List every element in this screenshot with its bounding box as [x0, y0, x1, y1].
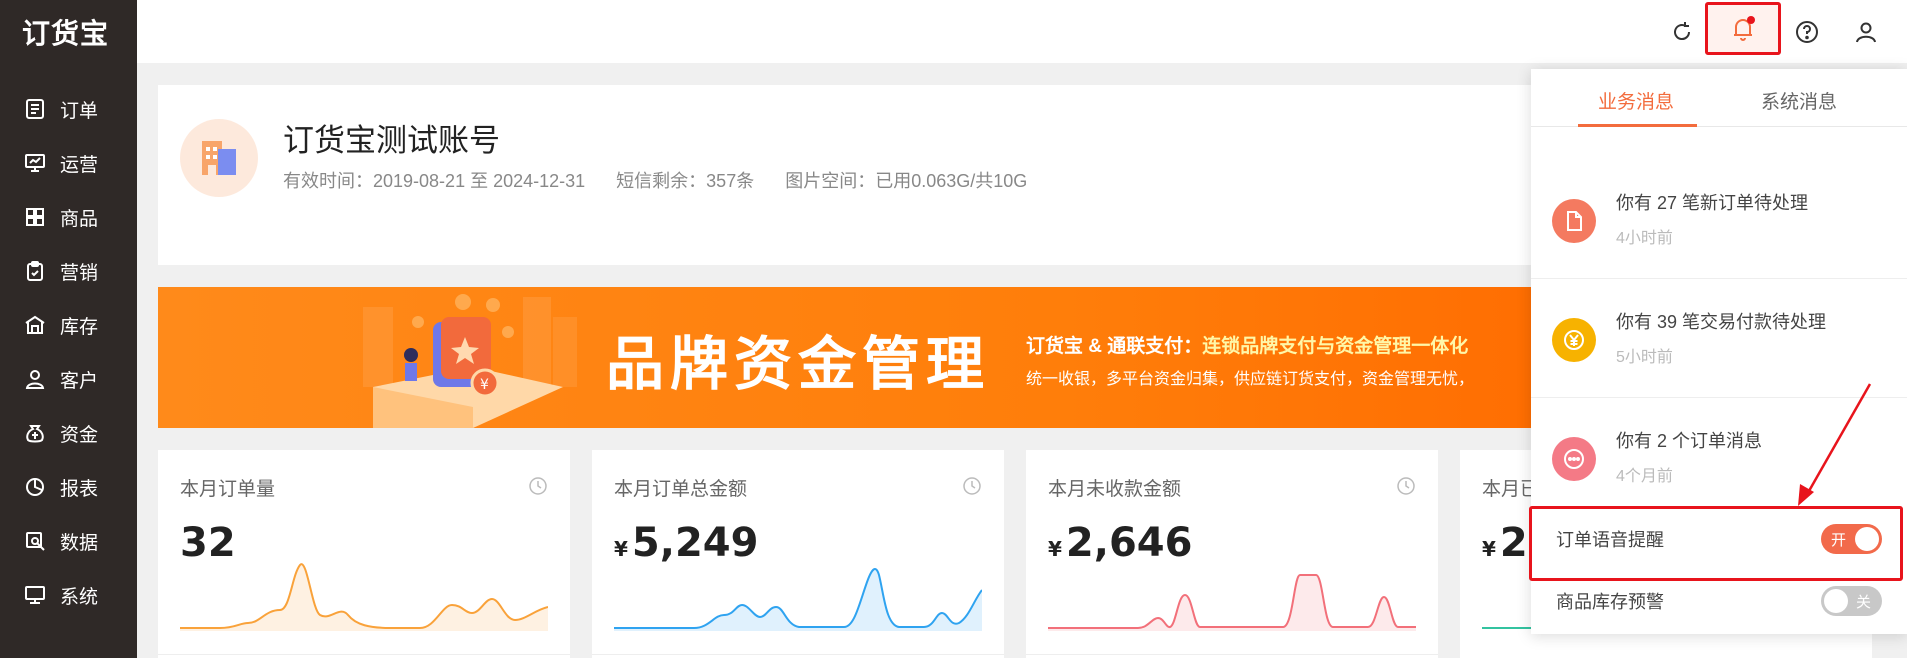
sidebar-item-report[interactable]: 报表	[0, 460, 137, 514]
sidebar-item-operation[interactable]: 运营	[0, 136, 137, 190]
customer-icon	[25, 370, 45, 389]
sidebar-item-system[interactable]: 系统	[0, 568, 137, 622]
sms-remaining: 短信剩余：357条	[616, 171, 755, 191]
clock-icon[interactable]	[1396, 476, 1416, 496]
toggle-state-label: 关	[1855, 594, 1871, 611]
image-space: 图片空间：已用0.063G/共10G	[785, 171, 1028, 191]
top-bar	[137, 0, 1907, 63]
banner-subtitle-highlight: 连锁品牌支付与资金管理一体化	[1202, 336, 1469, 357]
sidebar-item-label: 系统	[60, 586, 99, 608]
store-avatar	[180, 119, 258, 197]
yen-icon	[1552, 318, 1596, 362]
tab-system-messages[interactable]: 系统消息	[1761, 87, 1837, 114]
account-meta: 有效时间：2019-08-21 至 2024-12-31 短信剩余：357条 图…	[283, 167, 1053, 193]
annotation-arrow	[1798, 383, 1872, 506]
sidebar-item-label: 库存	[60, 316, 99, 338]
tab-business-messages[interactable]: 业务消息	[1598, 87, 1674, 114]
product-icon	[26, 208, 44, 226]
sidebar: 订货宝 订单 运营 商品 营销 库存 客户 资金 报表 数据 系统	[0, 0, 137, 658]
stat-label: 本月未收款金额	[1048, 479, 1182, 500]
stat-label: 本月订单量	[180, 479, 276, 500]
banner-title: 品牌资金管理	[606, 330, 991, 398]
banner-illustration: ¥	[363, 294, 577, 428]
chat-icon	[1552, 437, 1596, 481]
stat-label: 本月订单总金额	[614, 479, 748, 500]
sidebar-item-label: 营销	[60, 262, 99, 284]
annotation-highlight-box	[1529, 506, 1903, 581]
valid-period: 有效时间：2019-08-21 至 2024-12-31	[283, 171, 586, 191]
sidebar-item-product[interactable]: 商品	[0, 190, 137, 244]
active-tab-indicator	[1578, 124, 1697, 127]
setting-label: 商品库存预警	[1556, 592, 1664, 612]
message-time: 4小时前	[1616, 230, 1673, 247]
sidebar-item-label: 资金	[60, 424, 99, 446]
stat-card-monthly-unpaid: 本月未收款金额 ¥2,646	[1026, 450, 1438, 658]
message-text: 你有 39 笔交易付款待处理	[1616, 312, 1827, 332]
sidebar-item-order[interactable]: 订单	[0, 82, 137, 136]
account-name: 订货宝测试账号	[283, 123, 500, 158]
sparkline-chart	[1048, 574, 1416, 631]
clock-icon[interactable]	[962, 476, 982, 496]
sidebar-item-label: 订单	[60, 100, 99, 122]
sidebar-item-funds[interactable]: 资金	[0, 406, 137, 460]
refresh-icon[interactable]	[1666, 16, 1698, 48]
sidebar-item-data[interactable]: 数据	[0, 514, 137, 568]
sidebar-item-label: 运营	[60, 154, 99, 176]
sidebar-item-label: 数据	[60, 532, 99, 554]
sidebar-item-inventory[interactable]: 库存	[0, 298, 137, 352]
inventory-icon	[25, 315, 45, 334]
banner-subtitle-prefix: 订货宝 & 通联支付：	[1026, 336, 1203, 357]
sidebar-nav: 订单 运营 商品 营销 库存 客户 资金 报表 数据 系统	[0, 82, 137, 622]
stat-card-monthly-orders: 本月订单量 32	[158, 450, 570, 658]
sparkline-chart	[180, 563, 548, 631]
funds-icon	[26, 425, 44, 443]
svg-text:¥: ¥	[480, 377, 489, 393]
help-icon[interactable]	[1791, 16, 1823, 48]
message-time: 4个月前	[1616, 468, 1673, 485]
app-logo[interactable]: 订货宝	[22, 12, 109, 52]
message-item[interactable]: 你有 27 笔新订单待处理 4小时前	[1531, 161, 1907, 279]
sidebar-item-marketing[interactable]: 营销	[0, 244, 137, 298]
sidebar-item-label: 商品	[60, 208, 99, 230]
promo-banner[interactable]: ¥ 品牌资金管理 订货宝 & 通联支付：连锁品牌支付与资金管理一体化 统一收银，…	[158, 287, 1658, 428]
operation-icon	[25, 154, 45, 172]
marketing-icon	[27, 261, 43, 281]
document-icon	[1552, 199, 1596, 243]
message-text: 你有 2 个订单消息	[1616, 431, 1763, 451]
stock-warning-toggle[interactable]: 关	[1821, 586, 1882, 616]
setting-stock-warning: 商品库存预警 关	[1531, 573, 1907, 629]
notification-tabs: 业务消息 系统消息	[1531, 69, 1907, 127]
message-time: 5小时前	[1616, 349, 1673, 366]
banner-description: 统一收银，多平台资金归集，供应链订货支付，资金管理无忧，	[1026, 371, 1475, 388]
sidebar-item-label: 报表	[60, 478, 99, 500]
sparkline-chart	[614, 568, 982, 631]
clock-icon[interactable]	[528, 476, 548, 496]
sidebar-item-customer[interactable]: 客户	[0, 352, 137, 406]
notification-bell-button[interactable]	[1705, 2, 1781, 55]
message-text: 你有 27 笔新订单待处理	[1616, 193, 1809, 213]
sidebar-item-label: 客户	[60, 370, 99, 392]
system-icon	[25, 586, 45, 604]
unread-dot	[1747, 16, 1755, 24]
order-icon	[26, 99, 44, 119]
user-icon[interactable]	[1850, 16, 1882, 48]
data-icon	[26, 532, 45, 551]
stat-card-monthly-order-amount: 本月订单总金额 ¥5,249	[592, 450, 1004, 658]
account-card: 订货宝测试账号 有效时间：2019-08-21 至 2024-12-31 短信剩…	[158, 85, 1658, 265]
report-icon	[26, 478, 44, 496]
banner-subtitle: 订货宝 & 通联支付：连锁品牌支付与资金管理一体化	[1026, 331, 1468, 358]
